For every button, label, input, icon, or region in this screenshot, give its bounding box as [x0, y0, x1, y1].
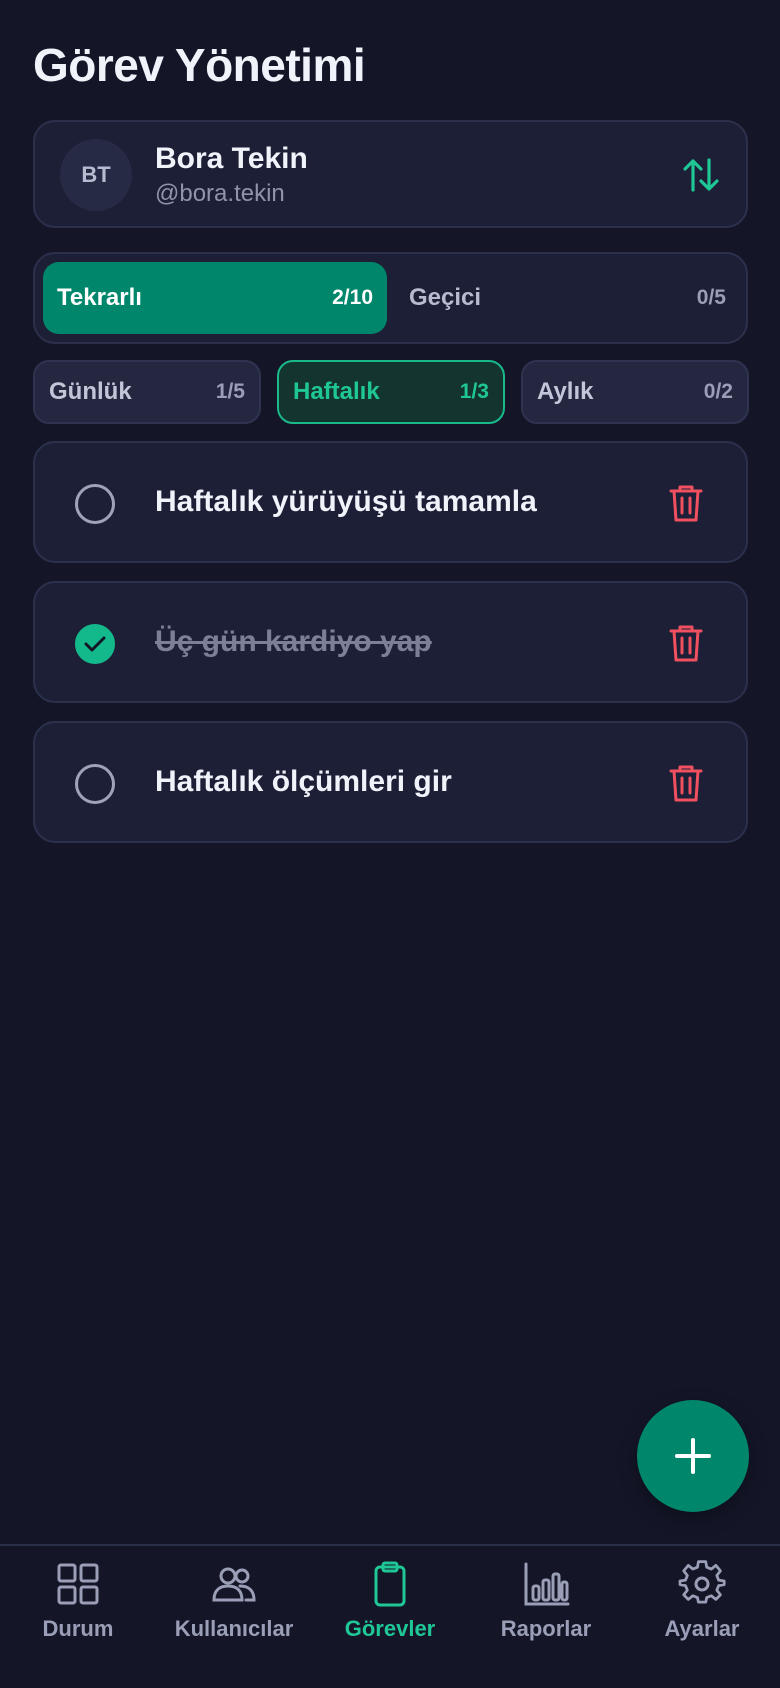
nav-item-reports[interactable]: Raporlar	[468, 1560, 624, 1660]
swap-user-button[interactable]	[678, 152, 724, 198]
task-item: Haftalık yürüyüşü tamamla	[33, 441, 748, 563]
task-title: Haftalık yürüyüşü tamamla	[155, 485, 537, 518]
segment-count: 2/10	[332, 286, 373, 309]
user-handle: @bora.tekin	[155, 180, 285, 207]
segment-label: Geçici	[409, 284, 482, 311]
nav-label: Durum	[42, 1616, 114, 1641]
task-checkbox[interactable]	[75, 624, 115, 664]
period-filter-daily[interactable]: Günlük 1/5	[33, 360, 261, 424]
task-title: Üç gün kardiyo yap	[155, 625, 432, 658]
trash-icon[interactable]	[668, 763, 704, 803]
grid-icon	[57, 1563, 99, 1605]
nav-label: Raporlar	[500, 1616, 592, 1641]
period-filter-weekly[interactable]: Haftalık 1/3	[277, 360, 505, 424]
task-management-screen: Görev Yönetimi BT Bora Tekin @bora.tekin…	[0, 0, 780, 1688]
period-filter-monthly[interactable]: Aylık 0/2	[521, 360, 749, 424]
task-item: Üç gün kardiyo yap	[33, 581, 748, 703]
checkmark-icon	[84, 636, 106, 652]
task-type-segment: Tekrarlı 2/10 Geçici 0/5	[33, 252, 748, 344]
trash-icon[interactable]	[668, 623, 704, 663]
gear-icon	[678, 1560, 726, 1604]
add-task-button[interactable]	[637, 1400, 749, 1512]
task-title: Haftalık ölçümleri gir	[155, 765, 452, 798]
nav-item-settings[interactable]: Ayarlar	[624, 1560, 780, 1660]
nav-label: Görevler	[344, 1616, 436, 1641]
bottom-navigation: Durum Kullanıcılar Görevler Raporlar Aya…	[0, 1544, 780, 1688]
segment-label: Tekrarlı	[57, 284, 142, 311]
trash-icon[interactable]	[668, 483, 704, 523]
period-count: 1/5	[215, 380, 245, 403]
plus-icon	[675, 1438, 711, 1474]
user-card: BT Bora Tekin @bora.tekin	[33, 120, 748, 228]
avatar: BT	[60, 139, 132, 211]
period-label: Aylık	[537, 378, 594, 405]
bar-chart-icon	[524, 1562, 570, 1606]
period-label: Haftalık	[293, 378, 380, 405]
segment-count: 0/5	[696, 286, 726, 309]
period-label: Günlük	[49, 378, 132, 405]
users-icon	[212, 1567, 256, 1602]
nav-label: Kullanıcılar	[174, 1616, 294, 1641]
user-name: Bora Tekin	[155, 142, 308, 175]
task-item: Haftalık ölçümleri gir	[33, 721, 748, 843]
period-count: 0/2	[703, 380, 733, 403]
nav-label: Ayarlar	[664, 1616, 740, 1641]
nav-item-users[interactable]: Kullanıcılar	[156, 1560, 312, 1660]
task-checkbox[interactable]	[75, 764, 115, 804]
page-title: Görev Yönetimi	[33, 39, 366, 91]
segment-recurring[interactable]: Tekrarlı 2/10	[43, 262, 387, 334]
nav-item-status[interactable]: Durum	[0, 1560, 156, 1660]
task-checkbox[interactable]	[75, 484, 115, 524]
nav-item-tasks[interactable]: Görevler	[312, 1560, 468, 1660]
period-count: 1/3	[459, 380, 489, 403]
swap-vertical-icon	[683, 158, 719, 192]
clipboard-icon	[374, 1561, 406, 1607]
segment-temporary[interactable]: Geçici 0/5	[395, 262, 740, 334]
